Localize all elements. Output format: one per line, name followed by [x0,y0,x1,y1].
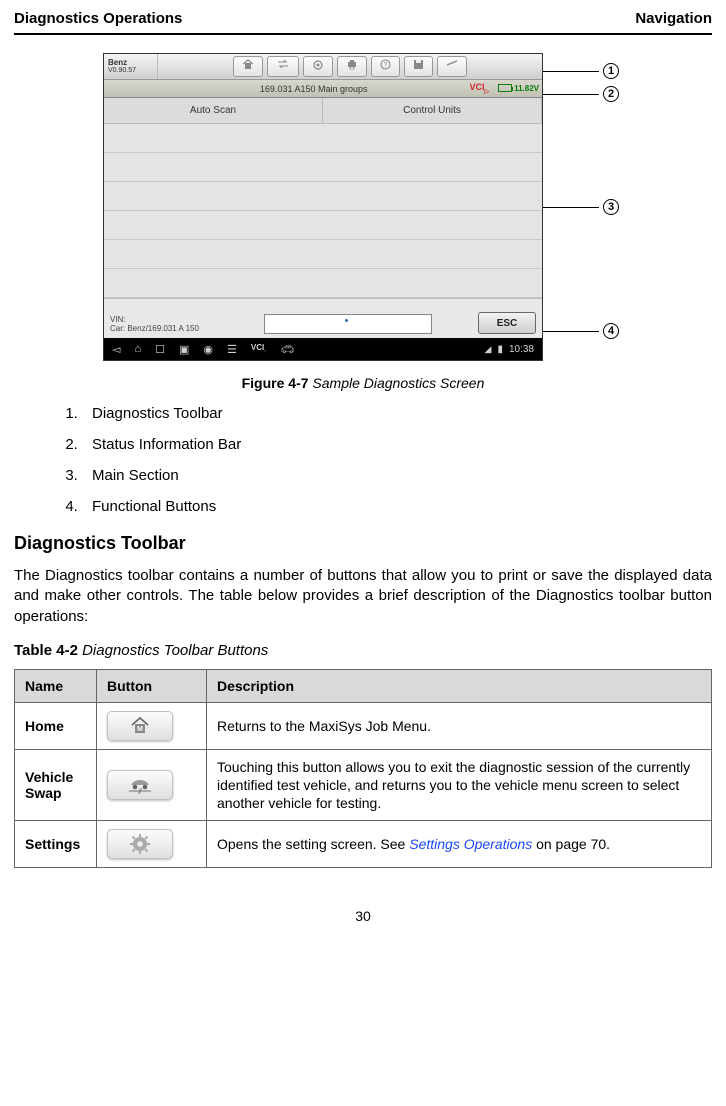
tablecap-bold: Table 4-2 [14,642,82,659]
home-button-icon: M [107,711,173,741]
table-row [104,240,542,269]
figcap-bold: Figure 4-7 [242,375,313,391]
signal-icon: ▮ [497,344,503,355]
camera-icon[interactable]: ◉ [203,343,213,356]
row-name: Vehicle Swap [15,749,97,821]
svg-text:?: ? [384,62,388,69]
table-row: Settings Opens the setting screen. See S… [15,821,712,868]
row-name: Home [15,702,97,749]
th-button: Button [97,669,207,702]
functional-buttons-bar: VIN: Car: Benz/169.031 A 150 ESC [104,298,542,338]
status-title: 169.031 A150 Main groups [158,84,469,94]
th-description: Description [207,669,712,702]
diagnostics-toolbar: Benz V0.90.57 ? [104,54,542,80]
print-icon[interactable] [337,56,367,77]
list-item: Status Information Bar [82,436,712,453]
row-desc: Opens the setting screen. See Settings O… [207,821,712,868]
list-item: Functional Buttons [82,498,712,515]
toolbar-logo: Benz V0.90.57 [104,54,158,79]
desc-post: on page 70. [532,836,610,852]
callout-4: 4 [603,323,619,339]
main-section: Auto Scan Control Units [104,98,542,298]
battery-voltage: 11.82V [514,84,539,93]
callout-2: 2 [603,86,619,102]
row-desc: Touching this button allows you to exit … [207,749,712,821]
vin-info: VIN: Car: Benz/169.031 A 150 [110,315,199,334]
tab-control-units[interactable]: Control Units [323,98,542,123]
tablecap-ital: Diagnostics Toolbar Buttons [82,642,268,659]
vci-icon: VCI▷ [469,82,495,95]
row-desc: Returns to the MaxiSys Job Menu. [207,702,712,749]
numbered-list: Diagnostics Toolbar Status Information B… [82,405,712,515]
row-button [97,749,207,821]
battery-indicator: 11.82V [498,84,542,93]
table-row [104,269,542,298]
status-information-bar: 169.031 A150 Main groups VCI▷ 11.82V [104,80,542,98]
data-logging-icon[interactable] [437,56,467,77]
header-rule [14,33,712,35]
table-row [104,182,542,211]
desc-pre: Opens the setting screen. See [217,836,409,852]
list-item: Diagnostics Toolbar [82,405,712,422]
back-icon[interactable]: ◅ [112,343,120,356]
home-icon[interactable] [233,56,263,77]
save-icon[interactable] [404,56,433,77]
tab-auto-scan[interactable]: Auto Scan [104,98,323,123]
esc-button[interactable]: ESC [478,312,536,334]
table-row [104,153,542,182]
screenshot: Benz V0.90.57 ? 169.031 A150 Main groups… [103,53,543,361]
car-icon[interactable]: 🚗︎ [280,343,294,356]
app-icon[interactable]: ☰ [227,343,237,356]
table-caption: Table 4-2 Diagnostics Toolbar Buttons [14,642,712,659]
row-button: M [97,702,207,749]
svg-text:M: M [137,726,143,733]
footer-input[interactable] [264,314,432,334]
table-row [104,124,542,153]
clock: 10:38 [509,344,534,355]
table-row: Home M Returns to the MaxiSys Job Menu. [15,702,712,749]
row-button [97,821,207,868]
home-icon[interactable]: ⌂ [134,343,141,356]
logo-secondary: V0.90.57 [108,67,157,74]
recent-icon[interactable]: ☐ [155,343,165,356]
figcap-ital: Sample Diagnostics Screen [312,375,484,391]
figure-caption: Figure 4-7 Sample Diagnostics Screen [14,375,712,391]
vehicle-swap-button-icon [107,770,173,800]
wifi-icon: ◢ [485,344,492,355]
vci-bar-icon[interactable]: VCI◦ [251,343,266,356]
help-icon[interactable]: ? [371,56,400,77]
th-name: Name [15,669,97,702]
section-heading: Diagnostics Toolbar [14,533,712,554]
android-nav-bar: ◅ ⌂ ☐ ▣ ◉ ☰ VCI◦ 🚗︎ ◢ ▮ 10:38 [104,338,542,360]
logo-primary: Benz [108,59,157,67]
list-item: Main Section [82,467,712,484]
table-row: Vehicle Swap Touching this button allows… [15,749,712,821]
header-right: Navigation [635,10,712,27]
callout-1: 1 [603,63,619,79]
settings-operations-link[interactable]: Settings Operations [409,836,532,852]
vin-line2: Car: Benz/169.031 A 150 [110,324,199,333]
row-name: Settings [15,821,97,868]
sample-diagnostics-figure: Benz V0.90.57 ? 169.031 A150 Main groups… [103,53,623,361]
toolbar-icons: ? [158,56,542,77]
battery-icon [498,84,512,92]
callout-3: 3 [603,199,619,215]
settings-icon[interactable] [303,56,333,77]
page-number: 30 [14,908,712,924]
settings-button-icon [107,829,173,859]
table-rows [104,124,542,298]
diagnostics-toolbar-table: Name Button Description Home M Returns t… [14,669,712,869]
section-body: The Diagnostics toolbar contains a numbe… [14,566,712,627]
status-right: VCI▷ 11.82V [469,82,542,95]
screenshot-icon[interactable]: ▣ [179,343,189,356]
vin-line1: VIN: [110,315,126,324]
header-left: Diagnostics Operations [14,10,182,27]
table-row [104,211,542,240]
vehicle-swap-icon[interactable] [267,56,299,77]
